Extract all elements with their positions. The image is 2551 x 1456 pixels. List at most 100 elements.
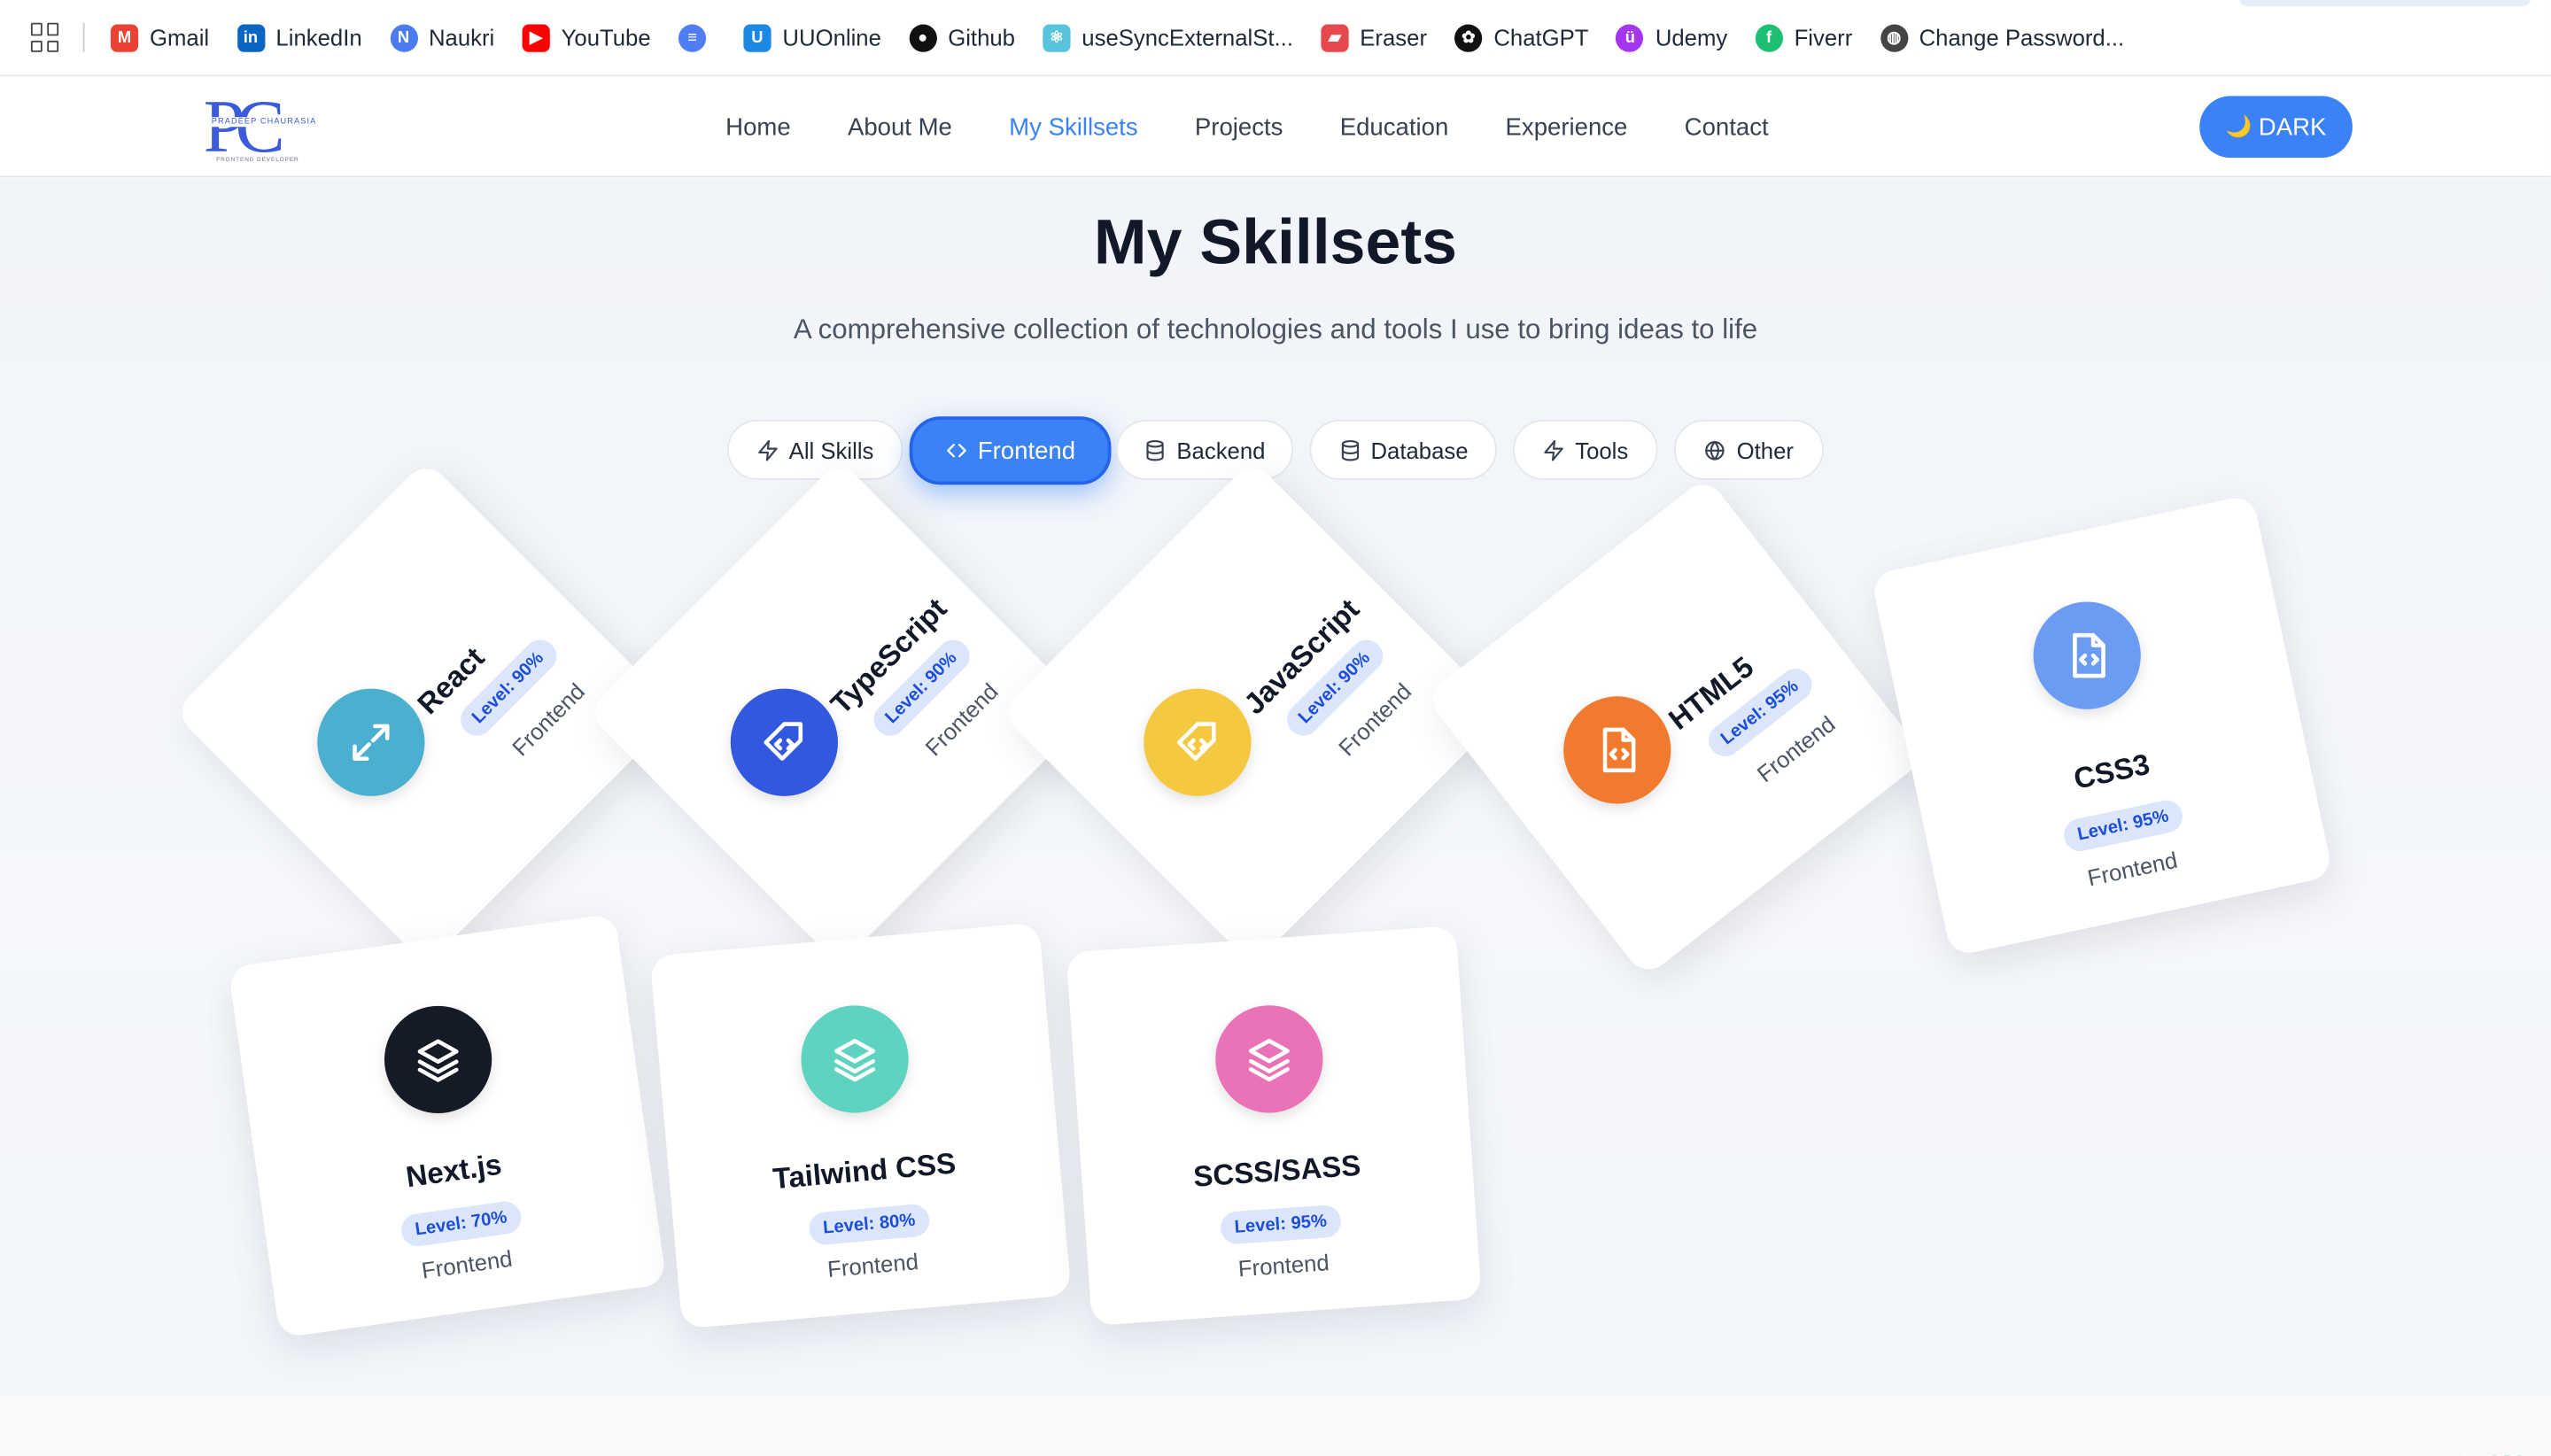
- filter-frontend[interactable]: Frontend: [909, 416, 1112, 485]
- dark-mode-label: DARK: [2258, 112, 2327, 141]
- page-subtitle: A comprehensive collection of technologi…: [793, 314, 1758, 345]
- skill-card-html5[interactable]: HTML5 Level: 95% Frontend: [1424, 476, 1927, 979]
- bookmark-label: LinkedIn: [275, 24, 362, 50]
- page-title: My Skillsets: [1093, 208, 1458, 279]
- layers-icon: [384, 1006, 492, 1114]
- bookmarks-bar: M Gmail in LinkedIn N Naukri ▶ YouTube ≡ U UUOnlin…: [0, 0, 2551, 77]
- nav-projects[interactable]: Projects: [1195, 113, 1283, 141]
- filter-label: All Skills: [788, 437, 874, 463]
- filter-all-skills[interactable]: All Skills: [727, 419, 903, 480]
- bookmark-label: ChatGPT: [1493, 24, 1589, 50]
- bookmark-usesyncexternalst[interactable]: ⚛ useSyncExternalSt...: [1043, 23, 1293, 51]
- gmail-icon: M: [110, 23, 139, 51]
- bookmark-change-password[interactable]: ◍ Change Password...: [1880, 23, 2125, 51]
- bolt-icon: [1544, 439, 1564, 461]
- bookmark-label: Github: [948, 24, 1015, 50]
- skill-level-badge: Level: 95%: [2059, 796, 2186, 855]
- code-icon: [947, 444, 966, 458]
- nav-about-me[interactable]: About Me: [848, 113, 952, 141]
- bookmark-youtube[interactable]: ▶ YouTube: [522, 23, 651, 51]
- bookmark-fiverr[interactable]: f Fiverr: [1755, 23, 1853, 51]
- bookmark-gmail[interactable]: M Gmail: [110, 23, 210, 51]
- bookmark-label: YouTube: [561, 24, 651, 50]
- skill-level-badge: Level: 80%: [807, 1202, 932, 1246]
- layers-icon: [801, 1006, 909, 1114]
- chatgpt-icon: ✿: [1454, 23, 1483, 51]
- layers-icon: [1215, 1005, 1323, 1114]
- skill-card-scss-sass[interactable]: SCSS/SASS Level: 95% Frontend: [1066, 925, 1482, 1327]
- filter-backend[interactable]: Backend: [1115, 419, 1294, 480]
- bookmark-uuonline[interactable]: U UUOnline: [743, 23, 881, 51]
- linkedin-icon: in: [236, 23, 265, 51]
- bookmark-label: Fiverr: [1794, 24, 1853, 50]
- google-docs-icon: ≡: [678, 23, 707, 51]
- eraser-icon: ▰: [1321, 23, 1349, 51]
- bookmark-label: Naukri: [428, 24, 495, 50]
- bookmark-label: Eraser: [1360, 24, 1428, 50]
- bolt-icon: [758, 439, 778, 461]
- github-icon: ●: [909, 23, 937, 51]
- globe-icon: [1706, 439, 1725, 461]
- skill-card-css3[interactable]: CSS3 Level: 95% Frontend: [1870, 493, 2334, 957]
- filter-label: Backend: [1176, 437, 1266, 463]
- skill-card-tailwind-css[interactable]: Tailwind CSS Level: 80% Frontend: [649, 922, 1072, 1329]
- bookmark-udemy[interactable]: ü Udemy: [1616, 23, 1728, 51]
- site-navbar: PC PRADEEP CHAURASIA FRONTEND DEVELOPER …: [0, 76, 2551, 178]
- fiverr-icon: f: [1755, 23, 1783, 51]
- file-code-icon: [1562, 696, 1671, 804]
- file-code-icon: [2033, 601, 2141, 710]
- database-icon: [1340, 439, 1359, 461]
- globe-icon: ◍: [1880, 23, 1908, 51]
- bookmark-chatgpt[interactable]: ✿ ChatGPT: [1454, 23, 1589, 51]
- react-icon: ⚛: [1043, 23, 1071, 51]
- skills-section: My Skillsets A comprehensive collection …: [0, 179, 2551, 1456]
- youtube-icon: ▶: [522, 23, 550, 51]
- skill-name: Next.js: [404, 1148, 504, 1195]
- filter-label: Database: [1370, 437, 1469, 463]
- skill-level-badge: Level: 70%: [398, 1198, 524, 1248]
- skill-card-javascript[interactable]: JavaScript Level: 90% Frontend: [999, 459, 1506, 966]
- udemy-icon: ü: [1616, 23, 1644, 51]
- bookmark-label: UUOnline: [782, 24, 881, 50]
- apps-grid-icon[interactable]: [30, 22, 60, 52]
- nav-my-skillsets[interactable]: My Skillsets: [1009, 113, 1137, 141]
- skill-name: CSS3: [2071, 747, 2153, 796]
- bookmark-github[interactable]: ● Github: [909, 23, 1015, 51]
- naukri-icon: N: [389, 23, 418, 51]
- logo-subtitle: FRONTEND DEVELOPER: [216, 156, 299, 163]
- bookmarks-divider: [82, 22, 85, 52]
- nav-experience[interactable]: Experience: [1506, 113, 1628, 141]
- nav-contact[interactable]: Contact: [1685, 113, 1769, 141]
- bookmark-label: useSyncExternalSt...: [1082, 24, 1293, 50]
- skill-level-badge: Level: 95%: [1218, 1203, 1343, 1245]
- nav-education[interactable]: Education: [1340, 113, 1449, 141]
- tag-code-icon: [730, 689, 838, 797]
- bookmark-list: M Gmail in LinkedIn N Naukri ▶ YouTube ≡ U UUOnlin…: [110, 23, 2152, 51]
- uuonline-icon: U: [743, 23, 772, 51]
- skill-category: Frontend: [826, 1248, 920, 1282]
- bookmark-label: Gmail: [149, 24, 210, 50]
- skill-category: Frontend: [420, 1245, 515, 1284]
- moon-icon: 🌙: [2225, 113, 2252, 139]
- expand-icon: [316, 689, 424, 797]
- tag-code-icon: [1143, 689, 1252, 797]
- skill-category: Frontend: [1237, 1249, 1330, 1282]
- bookmark-linkedin[interactable]: in LinkedIn: [236, 23, 362, 51]
- dark-mode-button[interactable]: 🌙 DARK: [2199, 96, 2353, 159]
- site-logo[interactable]: PC PRADEEP CHAURASIA FRONTEND DEVELOPER: [204, 89, 328, 164]
- skill-card-next-js[interactable]: Next.js Level: 70% Frontend: [228, 913, 667, 1338]
- skill-name: Tailwind CSS: [772, 1147, 958, 1197]
- filter-tools[interactable]: Tools: [1513, 419, 1658, 480]
- bookmark-label: Change Password...: [1919, 24, 2125, 50]
- bookmark-eraser[interactable]: ▰ Eraser: [1321, 23, 1428, 51]
- bookmark-label: Udemy: [1655, 24, 1728, 50]
- nav-home[interactable]: Home: [725, 113, 790, 141]
- filter-database[interactable]: Database: [1309, 419, 1497, 480]
- database-icon: [1146, 439, 1165, 461]
- bookmark-docs[interactable]: ≡: [678, 23, 717, 51]
- filter-other[interactable]: Other: [1673, 419, 1824, 480]
- bookmark-naukri[interactable]: N Naukri: [389, 23, 495, 51]
- logo-name: PRADEEP CHAURASIA: [209, 117, 319, 128]
- filter-label: Tools: [1575, 437, 1629, 463]
- filter-label: Other: [1736, 437, 1794, 463]
